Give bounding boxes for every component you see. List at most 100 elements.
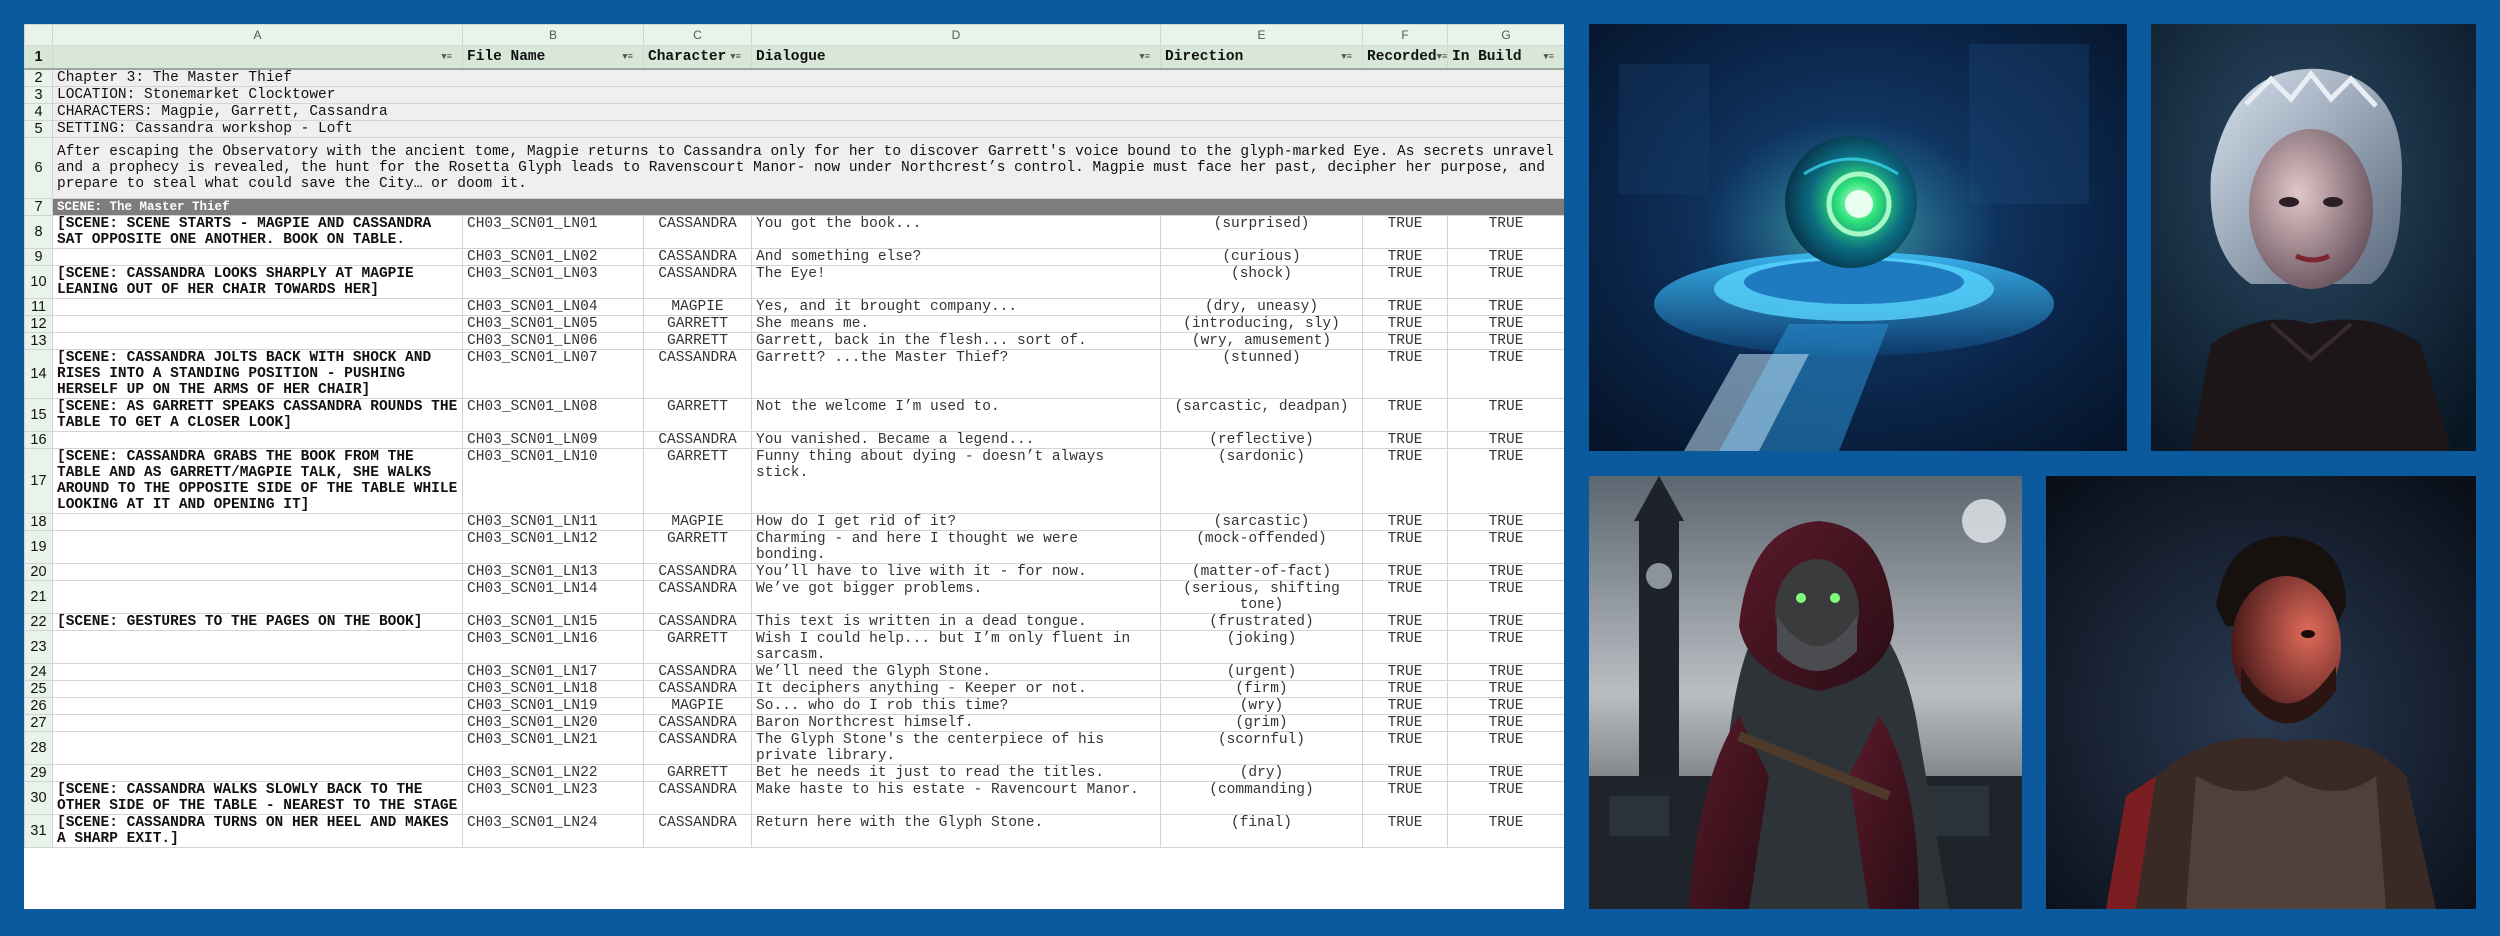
stage-direction-cell[interactable] [52,714,463,732]
script-spreadsheet[interactable]: A B C D E F G 1 ▼≡ File Name ▼≡ Character ▼≡ Dialogue… [24,24,1564,909]
character-cell[interactable]: CASSANDRA [643,431,752,449]
row-number[interactable]: 26 [24,697,53,715]
dialogue-cell[interactable]: Garrett? ...the Master Thief? [751,349,1161,399]
character-cell[interactable]: GARRETT [643,764,752,782]
in-build-cell[interactable]: TRUE [1447,530,1564,564]
file-name-cell[interactable]: CH03_SCN01_LN19 [462,697,644,715]
row-number[interactable]: 10 [24,265,53,299]
recorded-cell[interactable]: TRUE [1362,513,1448,531]
column-letter-C[interactable]: C [643,24,752,46]
character-cell[interactable]: MAGPIE [643,697,752,715]
in-build-cell[interactable]: TRUE [1447,332,1564,350]
stage-direction-cell[interactable] [52,680,463,698]
in-build-cell[interactable]: TRUE [1447,448,1564,514]
recorded-cell[interactable]: TRUE [1362,781,1448,815]
stage-direction-cell[interactable]: [SCENE: CASSANDRA TURNS ON HER HEEL AND … [52,814,463,848]
dialogue-cell[interactable]: You’ll have to live with it - for now. [751,563,1161,581]
direction-cell[interactable]: (final) [1160,814,1363,848]
recorded-cell[interactable]: TRUE [1362,248,1448,266]
in-build-cell[interactable]: TRUE [1447,398,1564,432]
direction-cell[interactable]: (wry) [1160,697,1363,715]
filter-icon[interactable]: ▼≡ [730,49,741,65]
character-cell[interactable]: CASSANDRA [643,814,752,848]
stage-direction-cell[interactable]: [SCENE: CASSANDRA WALKS SLOWLY BACK TO T… [52,781,463,815]
dialogue-cell[interactable]: This text is written in a dead tongue. [751,613,1161,631]
direction-cell[interactable]: (sarcastic, deadpan) [1160,398,1363,432]
file-name-cell[interactable]: CH03_SCN01_LN03 [462,265,644,299]
filter-icon[interactable]: ▼≡ [622,49,633,65]
stage-direction-cell[interactable] [52,580,463,614]
recorded-cell[interactable]: TRUE [1362,814,1448,848]
in-build-cell[interactable]: TRUE [1447,215,1564,249]
file-name-cell[interactable]: CH03_SCN01_LN24 [462,814,644,848]
direction-cell[interactable]: (surprised) [1160,215,1363,249]
stage-direction-cell[interactable]: [SCENE: CASSANDRA GRABS THE BOOK FROM TH… [52,448,463,514]
row-number[interactable]: 2 [24,68,53,87]
in-build-cell[interactable]: TRUE [1447,265,1564,299]
direction-cell[interactable]: (serious, shifting tone) [1160,580,1363,614]
column-header-2[interactable]: Character ▼≡ [643,45,752,70]
recorded-cell[interactable]: TRUE [1362,580,1448,614]
intro-cell[interactable]: Chapter 3: The Master Thief [52,68,1564,87]
recorded-cell[interactable]: TRUE [1362,332,1448,350]
file-name-cell[interactable]: CH03_SCN01_LN18 [462,680,644,698]
in-build-cell[interactable]: TRUE [1447,563,1564,581]
stage-direction-cell[interactable] [52,530,463,564]
row-number[interactable]: 13 [24,332,53,350]
character-cell[interactable]: MAGPIE [643,298,752,316]
file-name-cell[interactable]: CH03_SCN01_LN06 [462,332,644,350]
dialogue-cell[interactable]: Yes, and it brought company... [751,298,1161,316]
dialogue-cell[interactable]: You vanished. Became a legend... [751,431,1161,449]
recorded-cell[interactable]: TRUE [1362,215,1448,249]
file-name-cell[interactable]: CH03_SCN01_LN08 [462,398,644,432]
file-name-cell[interactable]: CH03_SCN01_LN22 [462,764,644,782]
recorded-cell[interactable]: TRUE [1362,630,1448,664]
stage-direction-cell[interactable] [52,663,463,681]
character-cell[interactable]: CASSANDRA [643,248,752,266]
dialogue-cell[interactable]: Wish I could help... but I’m only fluent… [751,630,1161,664]
recorded-cell[interactable]: TRUE [1362,764,1448,782]
recorded-cell[interactable]: TRUE [1362,448,1448,514]
stage-direction-cell[interactable] [52,431,463,449]
direction-cell[interactable]: (reflective) [1160,431,1363,449]
direction-cell[interactable]: (commanding) [1160,781,1363,815]
character-cell[interactable]: CASSANDRA [643,265,752,299]
stage-direction-cell[interactable] [52,731,463,765]
character-cell[interactable]: GARRETT [643,448,752,514]
direction-cell[interactable]: (scornful) [1160,731,1363,765]
character-cell[interactable]: CASSANDRA [643,613,752,631]
character-cell[interactable]: GARRETT [643,530,752,564]
dialogue-cell[interactable]: We’ve got bigger problems. [751,580,1161,614]
stage-direction-cell[interactable] [52,513,463,531]
column-header-6[interactable]: In Build ▼≡ [1447,45,1564,70]
character-cell[interactable]: GARRETT [643,315,752,333]
row-number[interactable]: 31 [24,814,53,848]
character-cell[interactable]: CASSANDRA [643,563,752,581]
row-number[interactable]: 22 [24,613,53,631]
stage-direction-cell[interactable]: [SCENE: AS GARRETT SPEAKS CASSANDRA ROUN… [52,398,463,432]
character-cell[interactable]: GARRETT [643,630,752,664]
direction-cell[interactable]: (joking) [1160,630,1363,664]
column-letter-G[interactable]: G [1447,24,1564,46]
dialogue-cell[interactable]: It deciphers anything - Keeper or not. [751,680,1161,698]
recorded-cell[interactable]: TRUE [1362,731,1448,765]
recorded-cell[interactable]: TRUE [1362,680,1448,698]
in-build-cell[interactable]: TRUE [1447,248,1564,266]
stage-direction-cell[interactable]: [SCENE: CASSANDRA JOLTS BACK WITH SHOCK … [52,349,463,399]
row-number[interactable]: 15 [24,398,53,432]
in-build-cell[interactable]: TRUE [1447,814,1564,848]
character-cell[interactable]: GARRETT [643,398,752,432]
row-number[interactable]: 24 [24,663,53,681]
dialogue-cell[interactable]: Funny thing about dying - doesn’t always… [751,448,1161,514]
dialogue-cell[interactable]: Charming - and here I thought we were bo… [751,530,1161,564]
dialogue-cell[interactable]: Not the welcome I’m used to. [751,398,1161,432]
dialogue-cell[interactable]: And something else? [751,248,1161,266]
in-build-cell[interactable]: TRUE [1447,731,1564,765]
file-name-cell[interactable]: CH03_SCN01_LN01 [462,215,644,249]
file-name-cell[interactable]: CH03_SCN01_LN23 [462,781,644,815]
row-number[interactable]: 29 [24,764,53,782]
row-number[interactable]: 17 [24,448,53,514]
direction-cell[interactable]: (introducing, sly) [1160,315,1363,333]
column-header-3[interactable]: Dialogue ▼≡ [751,45,1161,70]
row-number[interactable]: 20 [24,563,53,581]
